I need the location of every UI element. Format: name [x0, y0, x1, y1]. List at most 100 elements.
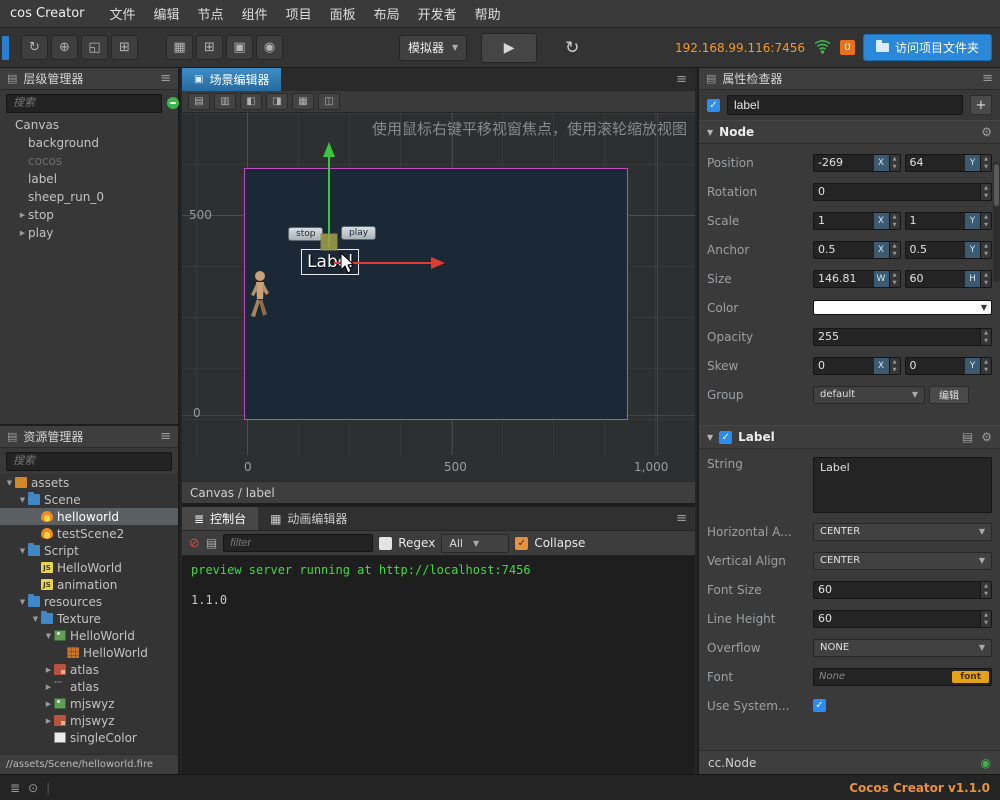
stepper[interactable]: ▲ ▼ — [888, 357, 900, 374]
number-field[interactable]: 255 ▲ ▼ — [813, 327, 992, 346]
regex-checkbox[interactable] — [379, 536, 393, 550]
scrollbar-thumb[interactable] — [994, 164, 999, 206]
tree-expand-icon[interactable]: ▶ — [17, 211, 28, 219]
grid-toggle-button[interactable]: ▦ — [166, 35, 193, 60]
panel-menu-icon[interactable]: ≡ — [160, 71, 171, 86]
stepper[interactable]: ▲ ▼ — [888, 154, 900, 171]
tab-console[interactable]: ≣ 控制台 — [182, 507, 259, 530]
snap-button[interactable]: ⊞ — [196, 35, 223, 60]
menubar-item[interactable]: 节点 — [189, 1, 233, 26]
asset-row[interactable]: ▼ resources — [0, 593, 178, 610]
menubar-item[interactable]: 文件 — [101, 1, 145, 26]
align-center-button[interactable]: ▦ — [292, 93, 314, 110]
hierarchy-node-row[interactable]: ▶ play — [0, 224, 178, 242]
hierarchy-node-row[interactable]: Canvas — [0, 116, 178, 134]
asset-row[interactable]: ▼ Script — [0, 542, 178, 559]
stepper[interactable]: ▲ ▼ — [980, 581, 991, 598]
scene-grid[interactable]: 使用鼠标右键平移视窗焦点，使用滚轮缩放视图 500 0 stop play La… — [182, 113, 695, 455]
gizmo-y-axis-handle[interactable] — [323, 142, 335, 247]
link-icon[interactable] — [167, 97, 179, 109]
number-field-y[interactable]: 0 Y ▲ ▼ — [904, 356, 992, 375]
field-value[interactable]: 1 — [906, 213, 966, 229]
panel-menu-icon[interactable]: ≡ — [160, 429, 171, 444]
stepper[interactable]: ▲ ▼ — [980, 610, 991, 627]
panel-menu-icon[interactable]: ≡ — [676, 72, 687, 87]
field-value[interactable]: 0 — [814, 184, 980, 200]
color-swatch[interactable]: ▼ — [813, 300, 992, 315]
tree-expand-icon[interactable]: ▼ — [43, 632, 54, 640]
menubar-item[interactable]: 开发者 — [409, 1, 466, 26]
assets-search-input[interactable] — [6, 451, 172, 471]
hierarchy-node-row[interactable]: ▶ stop — [0, 206, 178, 224]
move-tool-button[interactable]: ⊕ — [51, 35, 78, 60]
asset-row[interactable]: ▶ atlas — [0, 678, 178, 695]
panel-menu-icon[interactable]: ≡ — [982, 71, 993, 86]
log-level-select[interactable]: All ▼ — [441, 533, 510, 553]
align-right-button[interactable]: ◫ — [318, 93, 340, 110]
property-select[interactable]: CENTER ▼ — [813, 522, 992, 541]
hierarchy-node-row[interactable]: background — [0, 134, 178, 152]
number-field-x[interactable]: 146.81 W ▲ ▼ — [813, 269, 901, 288]
align-middle-button[interactable]: ▥ — [214, 93, 236, 110]
number-field-y[interactable]: 1 Y ▲ ▼ — [904, 211, 992, 230]
panel-menu-icon[interactable]: ≡ — [676, 511, 687, 526]
asset-row[interactable]: HelloWorld — [0, 559, 178, 576]
add-component-button[interactable]: + — [970, 95, 992, 115]
asset-row[interactable]: ▼ Texture — [0, 610, 178, 627]
field-value[interactable]: 255 — [814, 329, 980, 345]
field-value[interactable]: 0 — [814, 358, 874, 374]
field-value[interactable]: 0 — [906, 358, 966, 374]
number-field-x[interactable]: 0 X ▲ ▼ — [813, 356, 901, 375]
tree-expand-icon[interactable]: ▼ — [17, 496, 28, 504]
reload-button[interactable]: ↻ — [565, 38, 579, 58]
field-value[interactable]: 0.5 — [814, 242, 874, 258]
field-value[interactable]: 1 — [814, 213, 874, 229]
gear-icon[interactable]: ⚙ — [981, 125, 992, 139]
open-project-folder-button[interactable]: 访问项目文件夹 — [862, 34, 992, 61]
hierarchy-search-input[interactable] — [6, 93, 162, 113]
tree-expand-icon[interactable]: ▶ — [17, 229, 28, 237]
number-field-y[interactable]: 0.5 Y ▲ ▼ — [904, 240, 992, 259]
stepper[interactable]: ▲ ▼ — [888, 212, 900, 229]
save-log-icon[interactable]: ▤ — [206, 536, 217, 550]
node-section-header[interactable]: ▼ Node ⚙ — [699, 120, 1000, 144]
node-active-checkbox[interactable]: ✓ — [707, 98, 720, 112]
console-log-area[interactable]: preview server running at http://localho… — [182, 556, 695, 774]
node-name-input[interactable] — [727, 95, 963, 115]
align-left-button[interactable]: ◨ — [266, 93, 288, 110]
asset-row[interactable]: HelloWorld — [0, 644, 178, 661]
font-asset-field[interactable]: None font — [813, 667, 992, 686]
asset-row[interactable]: ▼ assets — [0, 474, 178, 491]
number-field-y[interactable]: 64 Y ▲ ▼ — [904, 153, 992, 172]
stepper[interactable]: ▲ ▼ — [980, 241, 991, 258]
clear-console-icon[interactable]: ⊘ — [189, 536, 200, 551]
property-checkbox[interactable]: ✓ — [813, 699, 826, 712]
stepper[interactable]: ▲ ▼ — [980, 212, 991, 229]
gear-icon[interactable]: ⚙ — [981, 430, 992, 444]
menubar-item[interactable]: 面板 — [321, 1, 365, 26]
collapse-arrow-icon[interactable]: ▼ — [707, 433, 713, 442]
device-select[interactable]: 模拟器 ▼ — [399, 34, 468, 61]
inspector-scrollbar[interactable] — [993, 162, 1000, 282]
menubar-item[interactable]: 编辑 — [145, 1, 189, 26]
stepper[interactable]: ▲ ▼ — [888, 270, 900, 287]
tree-expand-icon[interactable]: ▶ — [43, 717, 54, 725]
tree-expand-icon[interactable]: ▼ — [30, 615, 41, 623]
number-field[interactable]: 60 ▲ ▼ — [813, 609, 992, 628]
doc-icon[interactable]: ▤ — [962, 430, 973, 444]
field-value[interactable]: -269 — [814, 155, 874, 171]
tree-expand-icon[interactable]: ▼ — [17, 598, 28, 606]
play-button[interactable]: ▶ — [481, 32, 538, 63]
tab-animation-editor[interactable]: ▦ 动画编辑器 — [258, 507, 359, 530]
eye-icon[interactable]: ⊙ — [28, 781, 38, 795]
stepper[interactable]: ▲ ▼ — [888, 241, 900, 258]
menubar-item[interactable]: 布局 — [365, 1, 409, 26]
number-field-x[interactable]: -269 X ▲ ▼ — [813, 153, 901, 172]
tree-expand-icon[interactable]: ▶ — [43, 700, 54, 708]
asset-row[interactable]: helloworld — [0, 508, 178, 525]
rotate-tool-button[interactable]: ◱ — [81, 35, 108, 60]
hierarchy-node-row[interactable]: cocos — [0, 152, 178, 170]
string-textarea[interactable]: Label — [813, 457, 992, 513]
hierarchy-node-row[interactable]: label — [0, 170, 178, 188]
view-mode-button[interactable]: ▣ — [226, 35, 253, 60]
